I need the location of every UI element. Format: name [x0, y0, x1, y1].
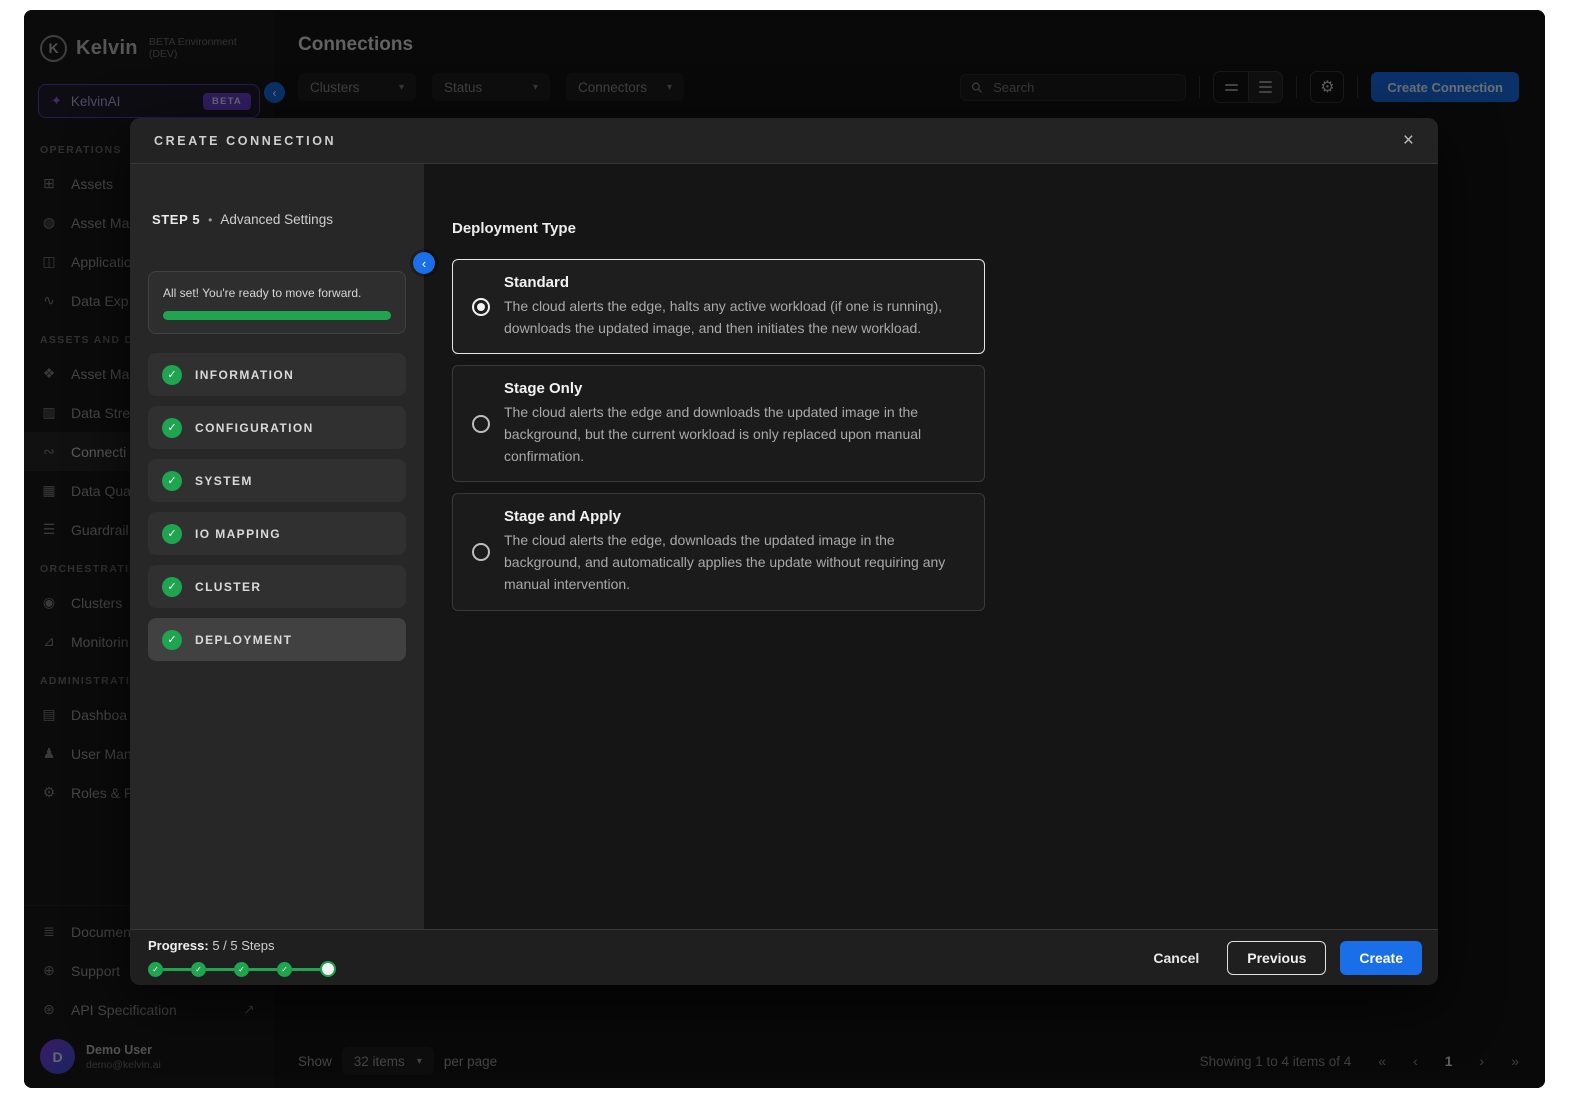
step-deployment[interactable]: ✓ DEPLOYMENT: [148, 618, 406, 661]
check-icon: ✓: [162, 471, 182, 491]
progress-label: Progress:: [148, 938, 209, 953]
step-done-dot: ✓: [148, 962, 163, 977]
status-progress-bar: [163, 311, 391, 320]
step-header: STEP 5 • Advanced Settings: [148, 212, 406, 227]
status-card: All set! You're ready to move forward.: [148, 271, 406, 334]
wizard-steps: ✓ INFORMATION ✓ CONFIGURATION ✓ SYSTEM ✓…: [148, 353, 406, 661]
chevron-left-icon: ‹: [422, 256, 426, 271]
check-icon: ✓: [162, 524, 182, 544]
check-icon: ✓: [162, 577, 182, 597]
progress-value: 5 / 5 Steps: [212, 938, 274, 953]
panel-collapse-button[interactable]: ‹: [413, 252, 435, 274]
step-done-dot: ✓: [234, 962, 249, 977]
step-current-dot: [320, 961, 336, 977]
check-icon: ✓: [162, 630, 182, 650]
check-icon: ✓: [162, 418, 182, 438]
step-name: Advanced Settings: [220, 212, 333, 227]
close-icon[interactable]: ×: [1403, 131, 1414, 150]
previous-button[interactable]: Previous: [1227, 941, 1326, 975]
step-configuration[interactable]: ✓ CONFIGURATION: [148, 406, 406, 449]
radio-icon[interactable]: [472, 415, 490, 433]
option-stage-and-apply[interactable]: Stage and Apply The cloud alerts the edg…: [452, 493, 985, 610]
step-information[interactable]: ✓ INFORMATION: [148, 353, 406, 396]
deployment-type-heading: Deployment Type: [452, 220, 1438, 237]
step-done-dot: ✓: [277, 962, 292, 977]
modal-content: Deployment Type Standard The cloud alert…: [424, 164, 1438, 929]
step-done-dot: ✓: [191, 962, 206, 977]
progress-block: Progress: 5 / 5 Steps ✓ ✓ ✓ ✓: [148, 938, 336, 977]
step-io-mapping[interactable]: ✓ IO MAPPING: [148, 512, 406, 555]
option-stage-only[interactable]: Stage Only The cloud alerts the edge and…: [452, 365, 985, 482]
radio-icon[interactable]: [472, 543, 490, 561]
modal-title: CREATE CONNECTION: [154, 134, 336, 148]
wizard-sidebar: STEP 5 • Advanced Settings All set! You'…: [130, 164, 424, 929]
create-connection-modal: CREATE CONNECTION × STEP 5 • Advanced Se…: [130, 118, 1438, 985]
step-number: STEP 5: [152, 212, 200, 227]
step-system[interactable]: ✓ SYSTEM: [148, 459, 406, 502]
step-cluster[interactable]: ✓ CLUSTER: [148, 565, 406, 608]
option-standard[interactable]: Standard The cloud alerts the edge, halt…: [452, 259, 985, 354]
footer-buttons: Cancel Previous Create: [1139, 941, 1422, 975]
deployment-options: Standard The cloud alerts the edge, halt…: [452, 259, 1438, 611]
cancel-button[interactable]: Cancel: [1139, 942, 1213, 974]
bullet-icon: •: [208, 213, 212, 227]
create-button[interactable]: Create: [1340, 941, 1422, 975]
progress-stepper: ✓ ✓ ✓ ✓: [148, 961, 336, 977]
radio-selected-icon[interactable]: [472, 298, 490, 316]
status-message: All set! You're ready to move forward.: [163, 286, 391, 300]
app-window: K Kelvin BETA Environment (DEV) ✦ Kelvin…: [24, 10, 1545, 1088]
modal-footer: Progress: 5 / 5 Steps ✓ ✓ ✓ ✓ Cancel Previo…: [130, 929, 1438, 985]
check-icon: ✓: [162, 365, 182, 385]
modal-header: CREATE CONNECTION ×: [130, 118, 1438, 164]
